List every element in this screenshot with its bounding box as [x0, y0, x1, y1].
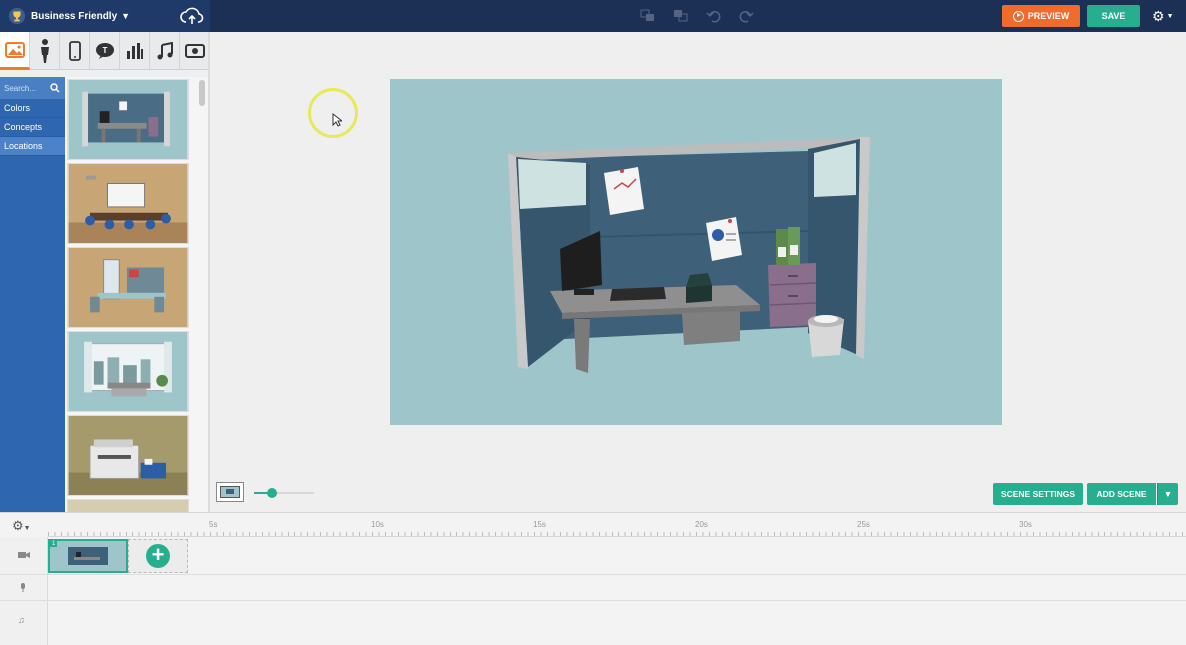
- timeline-settings-button[interactable]: ⚙▼: [12, 518, 31, 534]
- window-office-thumbnail: [68, 332, 188, 411]
- asset-partial[interactable]: [67, 499, 189, 512]
- chevron-down-icon: ▼: [1163, 489, 1173, 499]
- chevron-down-icon: ▼: [121, 11, 131, 21]
- gear-icon: ⚙: [12, 518, 24, 533]
- zoom-knob[interactable]: [267, 488, 277, 498]
- asset-workshop-desk[interactable]: [67, 247, 189, 328]
- top-bar: Business Friendly ▼ PREVIEW SAVE ⚙ ▼: [0, 0, 1186, 32]
- svg-text:T: T: [102, 46, 107, 55]
- workshop-desk-thumbnail: [68, 248, 188, 327]
- chevron-down-icon: ▼: [23, 525, 31, 532]
- asset-conference-room[interactable]: [67, 163, 189, 244]
- thumbnail-view-toggle[interactable]: [216, 482, 244, 502]
- preview-label: PREVIEW: [1027, 11, 1070, 21]
- sidebar-divider: [208, 32, 210, 512]
- phone-icon: [68, 41, 81, 61]
- tab-music[interactable]: [150, 32, 180, 70]
- theme-name: Business Friendly: [31, 10, 118, 22]
- bar-chart-icon: [126, 43, 143, 59]
- plus-icon[interactable]: +: [146, 544, 170, 568]
- undo-icon[interactable]: [706, 9, 722, 23]
- music-track: ♫: [0, 601, 1186, 645]
- voice-track: [0, 575, 1186, 601]
- add-scene-slot[interactable]: +: [128, 539, 188, 573]
- timeline-ruler[interactable]: 5s 10s 15s 20s 25s 30s: [48, 513, 1186, 537]
- microphone-icon: [21, 583, 25, 592]
- tab-devices[interactable]: [60, 32, 90, 70]
- office-cubicle-scene: [508, 137, 872, 373]
- video-icon: [184, 44, 205, 58]
- music-note-icon: ♫: [18, 615, 25, 625]
- sidebar-item-colors[interactable]: Colors: [0, 99, 65, 118]
- theme-selector[interactable]: Business Friendly ▼: [0, 0, 210, 32]
- sidebar-item-locations[interactable]: Locations: [0, 137, 65, 156]
- play-icon: [1012, 10, 1024, 22]
- asset-sidebar: Colors Concepts Locations: [0, 77, 65, 512]
- speech-bubble-icon: T: [95, 43, 114, 59]
- timeline-scene-1[interactable]: 1: [48, 539, 128, 573]
- tick-label: 30s: [1019, 520, 1032, 529]
- add-scene-dropdown-button[interactable]: ▼: [1157, 483, 1178, 505]
- scene-number-badge: 1: [50, 541, 58, 547]
- bring-forward-icon[interactable]: [640, 9, 656, 23]
- asset-office-cubicle[interactable]: [67, 79, 189, 160]
- save-label: SAVE: [1101, 11, 1126, 21]
- cloud-upload-icon[interactable]: [180, 5, 204, 27]
- asset-list-scrollbar[interactable]: [199, 80, 205, 106]
- copy-room-thumbnail: [68, 416, 188, 495]
- timeline: ⚙▼ 5s 10s 15s 20s 25s 30s ♫: [0, 512, 1186, 645]
- scene-thumbnail-icon: [220, 486, 240, 498]
- send-backward-icon[interactable]: [673, 9, 689, 23]
- gear-icon: ⚙: [1152, 7, 1165, 24]
- asset-list: [65, 77, 210, 512]
- camera-icon: [18, 552, 30, 558]
- tick-label: 20s: [695, 520, 708, 529]
- scene-thumbnail: [50, 541, 126, 571]
- chevron-down-icon: ▼: [1166, 12, 1174, 20]
- image-icon: [4, 41, 25, 58]
- asset-window-office[interactable]: [67, 331, 189, 412]
- tab-backgrounds[interactable]: [0, 32, 30, 70]
- search-box: [0, 77, 65, 99]
- tick-label: 5s: [209, 520, 218, 529]
- tick-label: 10s: [371, 520, 384, 529]
- preview-button[interactable]: PREVIEW: [1002, 5, 1080, 27]
- office-cubicle-thumbnail: [68, 80, 188, 159]
- settings-menu-button[interactable]: ⚙ ▼: [1152, 7, 1178, 25]
- conference-room-thumbnail: [68, 164, 188, 243]
- tab-video[interactable]: [180, 32, 210, 70]
- person-icon: [40, 39, 49, 63]
- zoom-slider[interactable]: [254, 488, 314, 498]
- sidebar-item-concepts[interactable]: Concepts: [0, 118, 65, 137]
- trophy-icon: [8, 7, 26, 25]
- mouse-pointer-icon: [332, 113, 342, 127]
- tab-charts[interactable]: [120, 32, 150, 70]
- scene-stage[interactable]: [390, 79, 1002, 425]
- tick-label: 25s: [857, 520, 870, 529]
- music-note-icon: [157, 42, 173, 60]
- tab-text-balloons[interactable]: T: [90, 32, 120, 70]
- add-scene-button[interactable]: ADD SCENE: [1087, 483, 1156, 505]
- redo-icon[interactable]: [738, 9, 754, 23]
- tick-label: 15s: [533, 520, 546, 529]
- asset-category-tabs: T: [0, 32, 210, 70]
- search-input[interactable]: [4, 83, 50, 93]
- tab-characters[interactable]: [30, 32, 60, 70]
- scene-settings-button[interactable]: SCENE SETTINGS: [993, 483, 1083, 505]
- search-icon[interactable]: [50, 83, 60, 93]
- save-button[interactable]: SAVE: [1087, 5, 1140, 27]
- asset-copy-room[interactable]: [67, 415, 189, 496]
